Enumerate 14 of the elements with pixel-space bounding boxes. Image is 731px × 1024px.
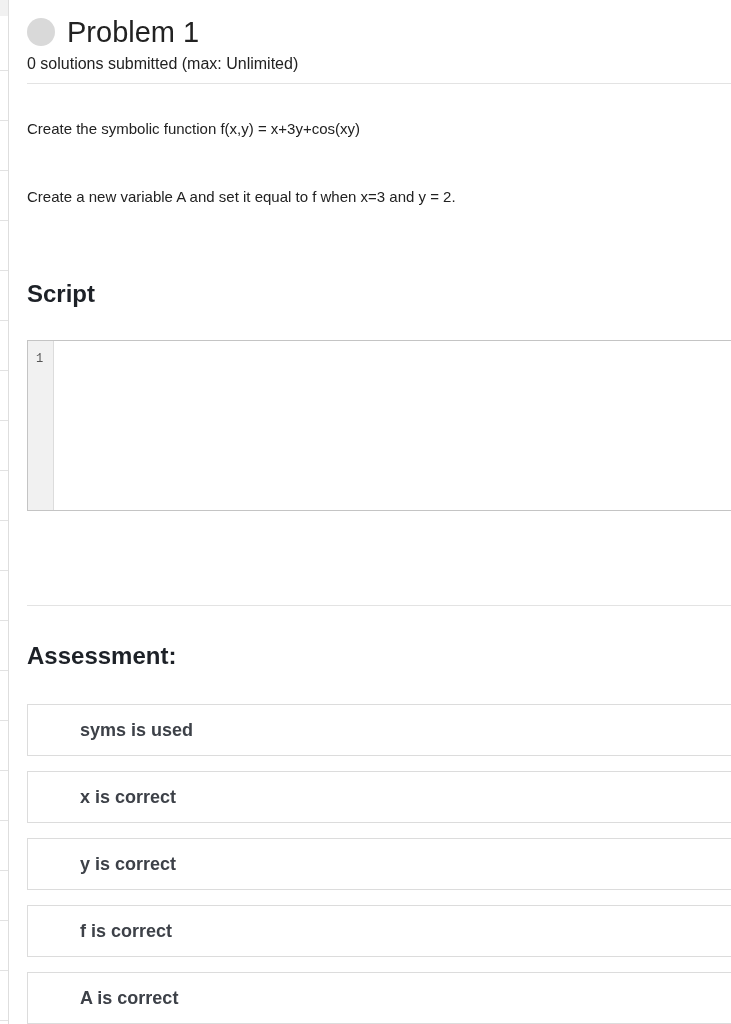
submission-count: 0 solutions submitted (max: Unlimited) — [27, 54, 299, 74]
sidebar-highlight — [0, 0, 8, 16]
test-label: A is correct — [80, 987, 179, 1009]
script-heading: Script — [27, 278, 95, 309]
problem-title: Problem 1 — [67, 15, 200, 50]
test-label: syms is used — [80, 719, 194, 741]
problem-description: Create the symbolic function f(x,y) = x+3y+cos(xy) — [27, 118, 361, 139]
test-label: x is correct — [80, 786, 177, 808]
assessment-heading: Assessment: — [27, 641, 177, 671]
line-number: 1 — [36, 351, 45, 367]
code-editor[interactable]: 1 — [27, 339, 731, 512]
test-label: f is correct — [80, 920, 173, 942]
test-label: y is correct — [80, 853, 177, 875]
problem-description: Create a new variable A and set it equal to f when x=3 and y = 2. — [27, 186, 456, 207]
